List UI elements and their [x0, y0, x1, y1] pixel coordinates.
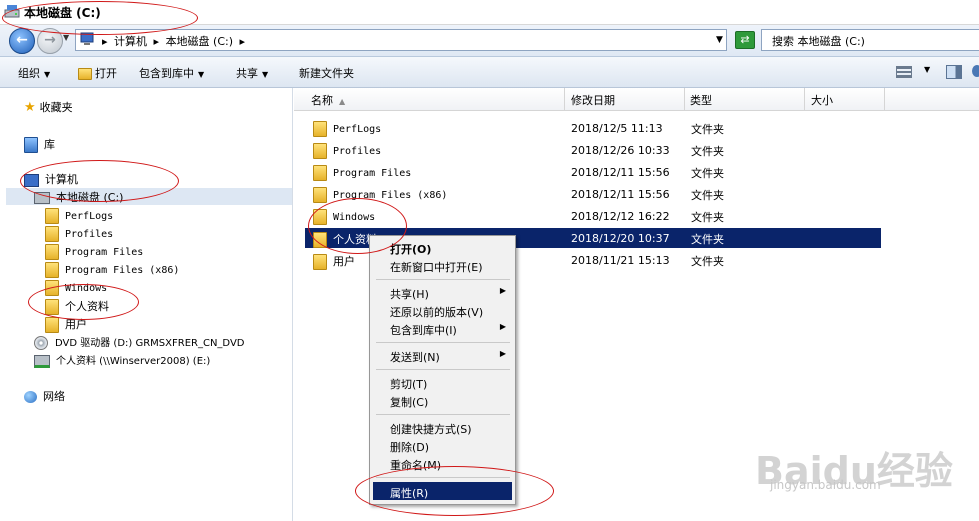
file-row[interactable]: Program Files (x86) 2018/12/11 15:56 文件夹	[305, 184, 881, 204]
file-row[interactable]: Program Files 2018/12/11 15:56 文件夹	[305, 162, 881, 182]
nav-network[interactable]: 网络	[24, 388, 65, 404]
nav-network-drive[interactable]: 个人资料 (\\Winserver2008) (E:)	[34, 352, 210, 368]
column-divider[interactable]	[804, 88, 805, 110]
submenu-arrow-icon: ▶	[499, 286, 506, 295]
menu-separator	[376, 342, 510, 343]
annotation-ellipse	[308, 198, 407, 254]
new-folder-button[interactable]: 新建文件夹	[299, 65, 354, 81]
annotation-ellipse	[2, 1, 198, 35]
breadcrumb-arrow[interactable]: ▸	[240, 35, 246, 48]
sort-ascending-icon: ▲	[339, 97, 346, 106]
annotation-ellipse	[28, 284, 139, 320]
menu-item-restore-versions[interactable]: 还原以前的版本(V)	[373, 301, 512, 319]
nav-libraries[interactable]: 库	[24, 136, 55, 153]
context-menu: 打开(O) 在新窗口中打开(E) 共享(H) ▶ 还原以前的版本(V) 包含到库中…	[369, 235, 516, 505]
folder-icon	[313, 121, 327, 137]
folder-icon	[45, 244, 59, 260]
menu-item-create-shortcut[interactable]: 创建快捷方式(S)	[373, 418, 512, 436]
menu-separator	[376, 279, 510, 280]
folder-icon	[45, 317, 59, 333]
search-input[interactable]: 搜索 本地磁盘 (C:)	[761, 29, 979, 51]
folder-icon	[313, 187, 327, 203]
breadcrumb-computer[interactable]: 计算机	[114, 35, 147, 48]
organize-button[interactable]: 组织 ▼	[18, 65, 50, 81]
open-button[interactable]: 打开	[78, 65, 117, 81]
library-icon	[24, 137, 38, 153]
chevron-down-icon: ▼	[262, 70, 269, 79]
breadcrumb: ▸ 计算机 ▸ 本地磁盘 (C:) ▸	[102, 33, 248, 49]
column-modified[interactable]: 修改日期	[571, 92, 615, 108]
file-row[interactable]: PerfLogs 2018/12/5 11:13 文件夹	[305, 118, 881, 138]
share-button[interactable]: 共享 ▼	[236, 65, 268, 81]
nav-dvd-drive[interactable]: DVD 驱动器 (D:) GRMSXFRER_CN_DVD	[34, 334, 245, 350]
folder-icon	[45, 208, 59, 224]
menu-item-cut[interactable]: 剪切(T)	[373, 373, 512, 391]
menu-item-delete[interactable]: 删除(D)	[373, 436, 512, 454]
breadcrumb-arrow[interactable]: ▸	[154, 35, 160, 48]
command-bar: 组织 ▼ 打开 包含到库中 ▼ 共享 ▼ 新建文件夹 ▼	[0, 57, 979, 88]
submenu-arrow-icon: ▶	[499, 322, 506, 331]
menu-item-share[interactable]: 共享(H) ▶	[373, 283, 512, 301]
refresh-button[interactable]: ⇄	[735, 31, 755, 49]
nav-folder-perflogs[interactable]: PerfLogs	[45, 208, 113, 224]
chevron-down-icon: ▼	[44, 70, 51, 79]
breadcrumb-local-disk[interactable]: 本地磁盘 (C:)	[166, 35, 233, 48]
submenu-arrow-icon: ▶	[499, 349, 506, 358]
address-dropdown-icon[interactable]: ▼	[716, 35, 723, 45]
menu-item-open-new-window[interactable]: 在新窗口中打开(E)	[373, 256, 512, 274]
menu-separator	[376, 369, 510, 370]
address-input[interactable]: ▸ 计算机 ▸ 本地磁盘 (C:) ▸ ▼	[75, 29, 727, 51]
breadcrumb-arrow[interactable]: ▸	[102, 35, 108, 48]
column-name[interactable]: 名称 ▲	[311, 92, 345, 108]
menu-item-send-to[interactable]: 发送到(N) ▶	[373, 346, 512, 364]
folder-icon	[313, 254, 327, 270]
back-arrow-icon: ←	[16, 32, 28, 48]
dvd-drive-icon	[34, 336, 48, 350]
folder-open-icon	[78, 68, 92, 80]
column-divider[interactable]	[884, 88, 885, 110]
chevron-down-icon: ▼	[198, 70, 205, 79]
folder-icon	[313, 165, 327, 181]
column-header-bar: 名称 ▲ 修改日期 类型 大小	[294, 88, 979, 111]
column-type[interactable]: 类型	[690, 92, 712, 108]
preview-pane-icon[interactable]	[946, 65, 962, 79]
column-divider[interactable]	[684, 88, 685, 110]
file-row[interactable]: Profiles 2018/12/26 10:33 文件夹	[305, 140, 881, 160]
view-options-icon[interactable]	[896, 66, 912, 78]
menu-item-include-library[interactable]: 包含到库中(I) ▶	[373, 319, 512, 337]
baidu-watermark-url: jingyan.baidu.com	[770, 478, 881, 492]
network-drive-icon	[34, 354, 50, 368]
annotation-ellipse	[20, 160, 179, 202]
menu-separator	[376, 414, 510, 415]
folder-icon	[313, 143, 327, 159]
back-button[interactable]: ←	[9, 28, 35, 54]
nav-favorites[interactable]: ★ 收藏夹	[24, 99, 73, 115]
nav-folder-profiles[interactable]: Profiles	[45, 226, 113, 242]
star-icon: ★	[24, 100, 36, 115]
chevron-down-icon[interactable]: ▼	[924, 65, 930, 74]
column-divider[interactable]	[564, 88, 565, 110]
nav-folder-program-files-x86[interactable]: Program Files (x86)	[45, 262, 179, 278]
annotation-ellipse	[355, 466, 554, 516]
include-in-library-button[interactable]: 包含到库中 ▼	[139, 65, 204, 81]
menu-item-copy[interactable]: 复制(C)	[373, 391, 512, 409]
column-size[interactable]: 大小	[811, 92, 833, 108]
folder-icon	[45, 262, 59, 278]
help-icon[interactable]	[972, 65, 979, 77]
folder-icon	[45, 226, 59, 242]
nav-folder-program-files[interactable]: Program Files	[45, 244, 143, 260]
search-placeholder: 搜索 本地磁盘 (C:)	[772, 35, 865, 48]
network-icon	[24, 391, 37, 403]
history-dropdown-icon[interactable]: ▼	[63, 33, 69, 42]
